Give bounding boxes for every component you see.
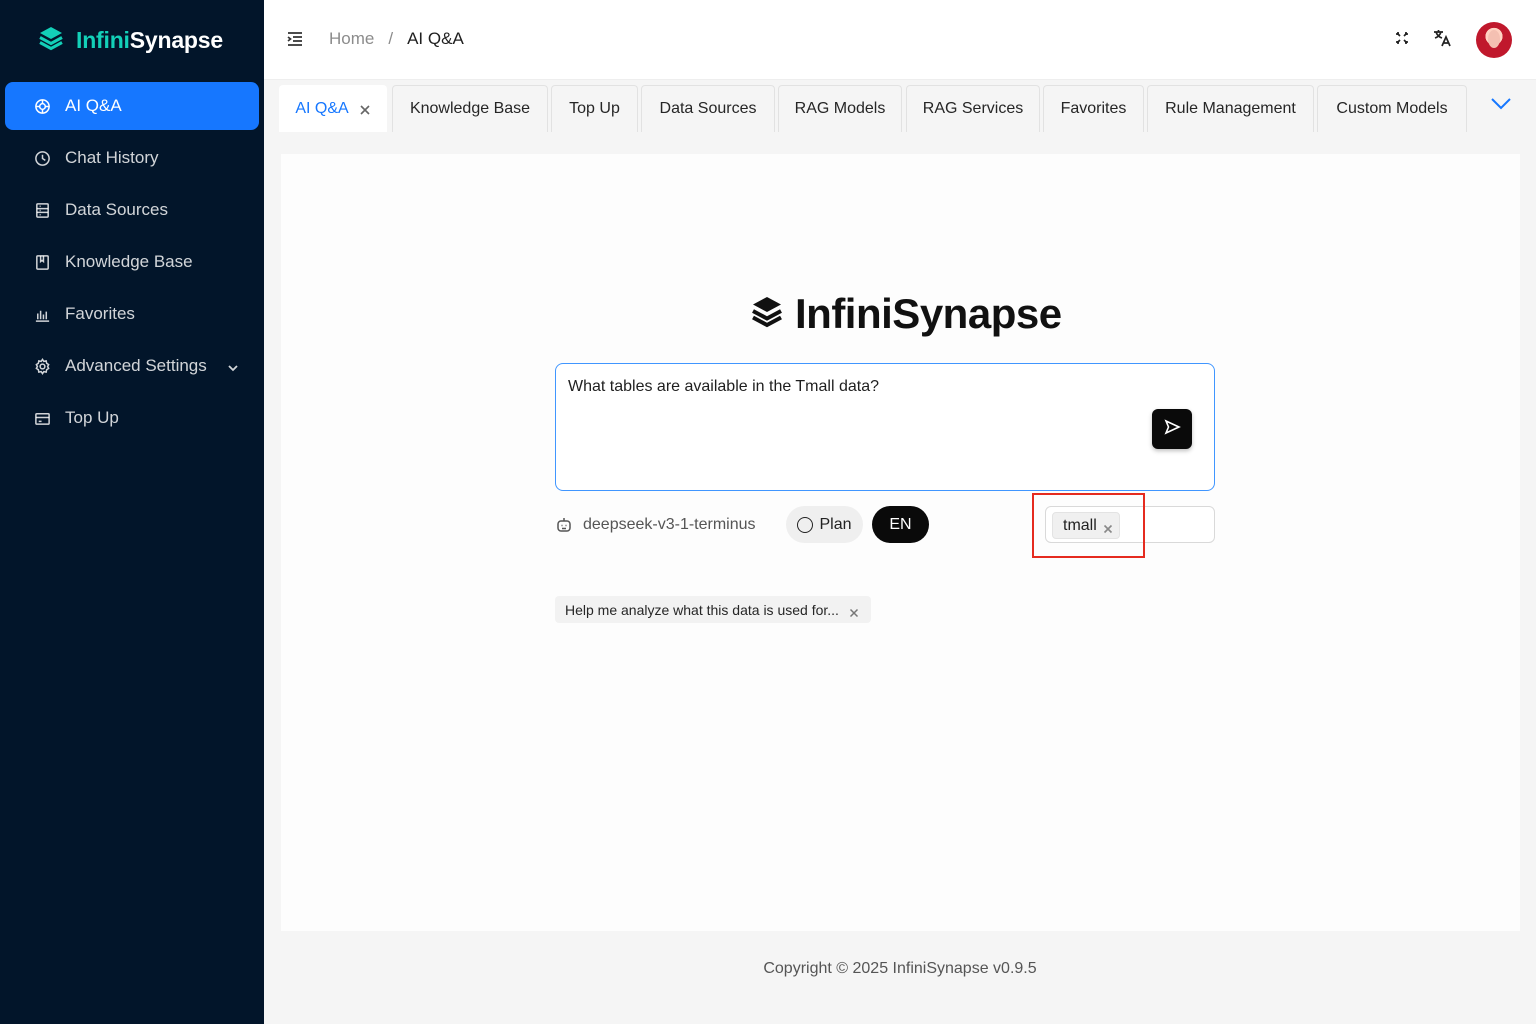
- sidebar-item-label: Chat History: [65, 148, 159, 167]
- radio-circle-icon: [797, 516, 814, 533]
- tab-label: RAG Services: [922, 100, 1024, 117]
- sidebar-item-label: Advanced Settings: [65, 356, 207, 375]
- book-icon: [33, 253, 51, 271]
- prompt-input[interactable]: [568, 378, 1128, 396]
- suggestion-text: Help me analyze what this data is used f…: [565, 601, 839, 618]
- translate-icon[interactable]: [1432, 28, 1454, 50]
- layers-logo-icon: [38, 25, 64, 56]
- tab-rule-management[interactable]: Rule Management: [1147, 85, 1314, 132]
- sidebar-brand-name: InfiniSynapse: [76, 26, 223, 53]
- tab-favorites[interactable]: Favorites: [1043, 85, 1144, 132]
- tab-ai-qa[interactable]: AI Q&A: [279, 85, 387, 132]
- wallet-icon: [33, 409, 51, 427]
- sidebar-item-label: Top Up: [65, 408, 119, 427]
- tab-label: Top Up: [569, 100, 620, 117]
- layers-logo-icon: [751, 295, 783, 334]
- tab-rag-services[interactable]: RAG Services: [906, 85, 1040, 132]
- sidebar-item-label: Data Sources: [65, 200, 168, 219]
- sidebar-item-advanced-settings[interactable]: Advanced Settings: [5, 342, 259, 390]
- bar-chart-icon: [33, 305, 51, 323]
- sidebar-item-favorites[interactable]: Favorites: [5, 290, 259, 338]
- sidebar-item-top-up[interactable]: Top Up: [5, 394, 259, 442]
- model-selector[interactable]: deepseek-v3-1-terminus: [555, 516, 756, 534]
- sidebar-item-ai-qa[interactable]: AI Q&A: [5, 82, 259, 130]
- chevron-down-icon[interactable]: [1490, 96, 1512, 116]
- sidebar-logo[interactable]: InfiniSynapse: [38, 24, 223, 56]
- prompt-box: [555, 363, 1215, 491]
- tab-top-up[interactable]: Top Up: [551, 85, 638, 132]
- center-brand: InfiniSynapse: [751, 290, 1062, 338]
- sidebar-item-knowledge-base[interactable]: Knowledge Base: [5, 238, 259, 286]
- close-icon[interactable]: [359, 103, 371, 115]
- database-icon: [33, 201, 51, 219]
- breadcrumb: Home / AI Q&A: [329, 29, 464, 49]
- chevron-down-icon: [227, 359, 239, 372]
- tab-knowledge-base[interactable]: Knowledge Base: [392, 85, 548, 132]
- tab-data-sources[interactable]: Data Sources: [641, 85, 775, 132]
- send-icon: [1163, 418, 1181, 441]
- robot-icon: [557, 518, 571, 532]
- sidebar-item-label: Knowledge Base: [65, 252, 193, 271]
- close-icon[interactable]: [849, 605, 859, 617]
- breadcrumb-current: AI Q&A: [407, 29, 464, 48]
- tab-label: RAG Models: [794, 100, 886, 117]
- breadcrumb-home[interactable]: Home: [329, 29, 374, 49]
- brand-title: InfiniSynapse: [795, 290, 1062, 337]
- footer-copyright: Copyright © 2025 InfiniSynapse v0.9.5: [763, 960, 1037, 977]
- tab-custom-models[interactable]: Custom Models: [1317, 85, 1467, 132]
- history-icon: [33, 149, 51, 167]
- tab-label: Knowledge Base: [409, 100, 531, 117]
- sidebar-item-label: AI Q&A: [65, 96, 122, 115]
- tab-label: Rule Management: [1165, 100, 1296, 117]
- sidebar: InfiniSynapse AI Q&A Chat History Data S…: [0, 0, 264, 1024]
- main-content: InfiniSynapse deepseek-v3-1-terminus Pla…: [281, 154, 1520, 931]
- language-button[interactable]: EN: [872, 506, 929, 543]
- tab-label: AI Q&A: [295, 100, 349, 117]
- menu-fold-icon[interactable]: [286, 30, 306, 50]
- user-avatar[interactable]: [1476, 22, 1512, 58]
- tab-label: Favorites: [1060, 100, 1127, 117]
- tab-label: Data Sources: [659, 100, 757, 117]
- plan-label: Plan: [819, 515, 852, 533]
- suggestion-chip[interactable]: Help me analyze what this data is used f…: [555, 596, 871, 623]
- breadcrumb-separator: /: [388, 29, 394, 48]
- tab-rag-models[interactable]: RAG Models: [778, 85, 902, 132]
- fullscreen-icon[interactable]: [1392, 28, 1414, 50]
- ai-chat-icon: [33, 97, 51, 115]
- sidebar-item-label: Favorites: [65, 304, 135, 323]
- sidebar-item-data-sources[interactable]: Data Sources: [5, 186, 259, 234]
- tab-label: Custom Models: [1336, 100, 1448, 117]
- sidebar-item-chat-history[interactable]: Chat History: [5, 134, 259, 182]
- top-header: Home / AI Q&A: [264, 0, 1536, 80]
- model-name: deepseek-v3-1-terminus: [583, 516, 756, 533]
- gear-icon: [33, 357, 51, 375]
- plan-toggle[interactable]: Plan: [786, 506, 863, 543]
- highlight-box: [1032, 493, 1145, 558]
- tab-bar: AI Q&A Knowledge Base Top Up Data Source…: [264, 80, 1536, 132]
- sidebar-nav: AI Q&A Chat History Data Sources Knowled…: [0, 82, 264, 446]
- language-label: EN: [889, 515, 912, 533]
- send-button[interactable]: [1152, 409, 1192, 449]
